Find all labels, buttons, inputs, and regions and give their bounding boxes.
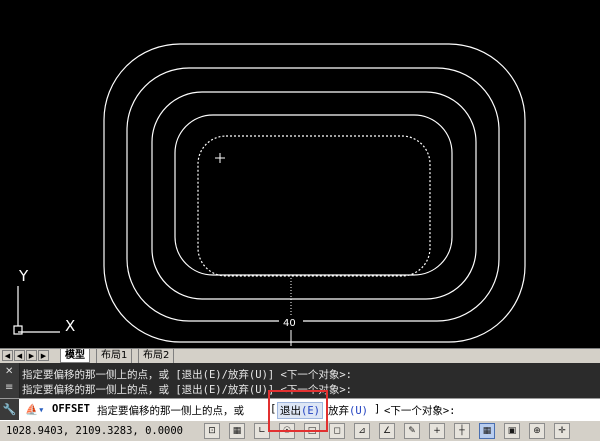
grid-display-icon[interactable]: ▦ — [229, 423, 245, 439]
annotation-monitor-icon[interactable]: ⊕ — [529, 423, 545, 439]
workspace-icon[interactable]: ✛ — [554, 423, 570, 439]
selected-object-dashed[interactable] — [197, 135, 431, 277]
recent-commands-icon[interactable]: ⛵▾ — [25, 403, 44, 416]
highlight-box — [268, 390, 328, 432]
offset-outline-third[interactable] — [151, 91, 477, 300]
close-icon[interactable]: ✕ — [5, 366, 13, 377]
layout-tab-bar: ◀ ◀ ▶ ▶ 模型 布局1 布局2 — [0, 348, 600, 363]
tab-nav-next-icon[interactable]: ▶ — [26, 350, 37, 361]
option-undo-key: (U) — [349, 405, 368, 417]
tab-layout2[interactable]: 布局2 — [138, 349, 175, 363]
dynamic-input-icon[interactable]: ✎ — [404, 423, 420, 439]
tab-nav-first-icon[interactable]: ◀ — [2, 350, 13, 361]
command-prompt: 指定要偏移的那一侧上的点，或 — [97, 405, 244, 417]
option-bracket-close: ] — [374, 403, 381, 415]
snap-mode-icon[interactable]: ⊡ — [204, 423, 220, 439]
default-option: <下一个对象>: — [384, 405, 456, 417]
offset-outline-outer[interactable] — [103, 43, 526, 343]
option-undo[interactable]: 放弃(U) — [328, 403, 368, 418]
tab-layout1[interactable]: 布局1 — [96, 349, 133, 363]
3d-osnap-icon[interactable]: ◻ — [329, 423, 345, 439]
transparency-icon[interactable]: ┼ — [454, 423, 470, 439]
ucs-icon — [13, 286, 60, 335]
tab-nav-prev-icon[interactable]: ◀ — [14, 350, 25, 361]
autocad-window: 40 Y X ◀ ◀ ▶ ▶ 模型 布局1 布局2 ✕ ≡ 指定要偏移的那一侧上… — [0, 0, 600, 441]
ucs-y-label: Y — [18, 267, 29, 285]
quick-properties-icon[interactable]: ▦ — [479, 423, 495, 439]
coordinate-readout[interactable]: 1028.9403, 2109.3283, 0.0000 — [6, 425, 183, 437]
drawing-svg[interactable]: 40 Y X — [0, 0, 600, 348]
tab-model[interactable]: 模型 — [60, 349, 90, 363]
ucs-x-label: X — [65, 317, 75, 335]
option-undo-label: 放弃 — [328, 405, 349, 417]
dynamic-ucs-icon[interactable]: ∠ — [379, 423, 395, 439]
offset-outline-second[interactable] — [126, 67, 500, 322]
lineweight-icon[interactable]: + — [429, 423, 445, 439]
object-snap-tracking-icon[interactable]: ⊿ — [354, 423, 370, 439]
command-name: OFFSET — [52, 403, 90, 415]
dimension-label: 40 — [283, 318, 296, 329]
tab-nav-last-icon[interactable]: ▶ — [38, 350, 49, 361]
offset-outline-third-inner[interactable] — [174, 114, 453, 276]
drawing-canvas[interactable]: 40 Y X — [0, 0, 600, 348]
options-icon[interactable]: ≡ — [5, 382, 13, 393]
selection-cycling-icon[interactable]: ▣ — [504, 423, 520, 439]
customize-wrench-icon[interactable]: 🔧 — [0, 399, 19, 420]
crosshair-cursor-icon — [215, 153, 225, 163]
history-gutter: ✕ ≡ — [0, 363, 20, 398]
history-line: 指定要偏移的那一侧上的点，或 [退出(E)/放弃(U)] <下一个对象>: — [22, 369, 353, 381]
